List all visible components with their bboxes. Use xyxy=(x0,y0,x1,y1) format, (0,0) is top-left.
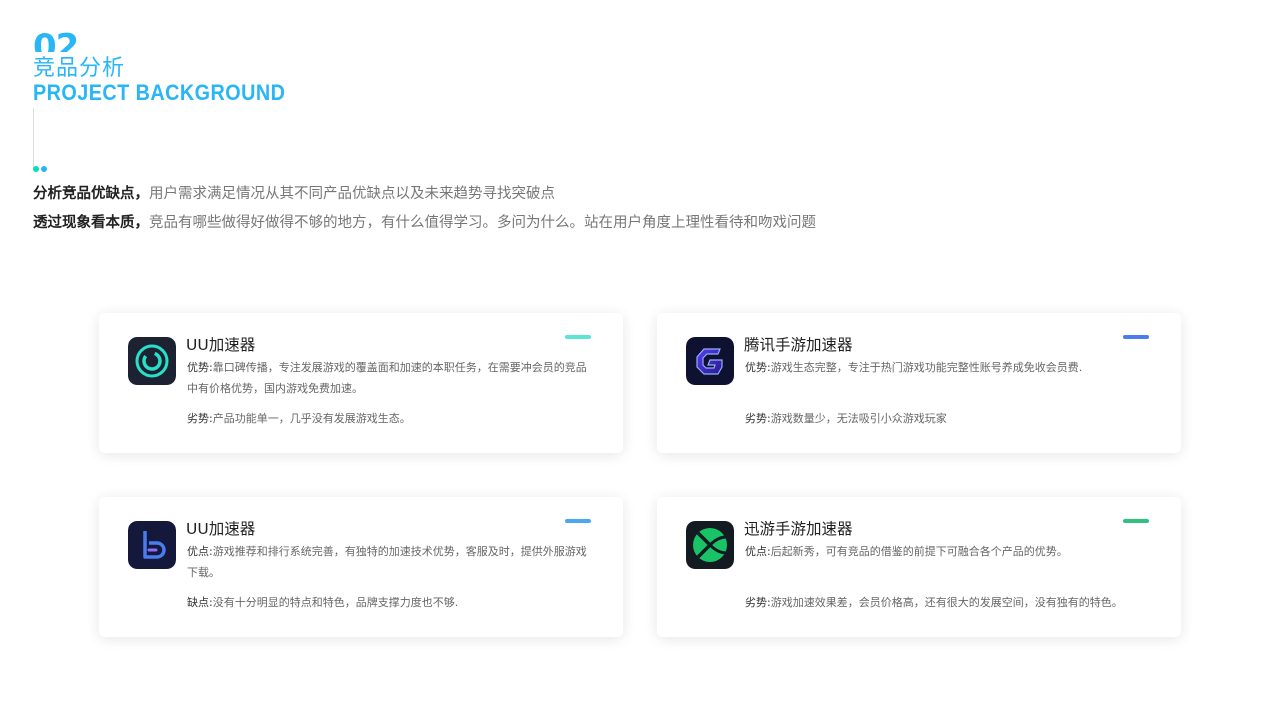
pros-text: 游戏生态完整，专注于热门游戏功能完整性账号养成免收会员费. xyxy=(770,361,1083,374)
competitor-card-uu: UU加速器 优势:靠口碑传播，专注发展游戏的覆盖面和加速的本职任务，在需要冲会员… xyxy=(99,313,623,453)
pros-text: 靠口碑传播，专注发展游戏的覆盖面和加速的本职任务，在需要冲会员的竞品中有价格优势… xyxy=(187,361,587,395)
card-pros: 优势:游戏生态完整，专注于热门游戏功能完整性账号养成免收会员费. xyxy=(745,357,1145,378)
cons-label: 劣势: xyxy=(745,412,771,425)
tencent-g-icon xyxy=(686,337,734,385)
intro-lead: 分析竞品优缺点， xyxy=(33,186,149,202)
page-subtitle: PROJECT BACKGROUND xyxy=(33,80,286,105)
dot-1 xyxy=(33,166,39,172)
cons-text: 产品功能单一，几乎没有发展游戏生态。 xyxy=(212,412,411,425)
xunyou-globe-icon xyxy=(686,521,734,569)
pros-text: 游戏推荐和排行系统完善，有独特的加速技术优势，客服及时，提供外服游戏下载。 xyxy=(187,545,587,579)
intro-line-1: 分析竞品优缺点，用户需求满足情况从其不同产品优缺点以及未来趋势寻找突破点 xyxy=(33,184,555,204)
card-title: UU加速器 xyxy=(186,520,256,538)
pros-label: 优势: xyxy=(187,361,213,374)
intro-text: 用户需求满足情况从其不同产品优缺点以及未来趋势寻找突破点 xyxy=(149,186,555,202)
decorative-dots xyxy=(33,166,49,172)
card-title: 迅游手游加速器 xyxy=(744,520,853,538)
cons-text: 游戏加速效果差，会员价格高，还有很大的发展空间，没有独有的特色。 xyxy=(770,596,1123,609)
card-pros: 优点:后起新秀，可有竞品的借鉴的前提下可融合各个产品的优势。 xyxy=(745,541,1145,562)
cons-label: 劣势: xyxy=(745,596,771,609)
page-title: 竞品分析 xyxy=(33,56,126,81)
card-accent-bar xyxy=(1123,335,1149,339)
card-cons: 劣势:游戏数量少，无法吸引小众游戏玩家 xyxy=(745,410,1185,428)
cons-label: 劣势: xyxy=(187,412,213,425)
pros-label: 优点: xyxy=(745,545,771,558)
pros-text: 后起新秀，可有竞品的借鉴的前提下可融合各个产品的优势。 xyxy=(770,545,1068,558)
cons-text: 没有十分明显的特点和特色，品牌支撑力度也不够. xyxy=(212,596,459,609)
card-cons: 缺点:没有十分明显的特点和特色，品牌支撑力度也不够. xyxy=(187,594,627,612)
cons-text: 游戏数量少，无法吸引小众游戏玩家 xyxy=(770,412,947,425)
card-title: UU加速器 xyxy=(186,336,256,354)
card-pros: 优势:靠口碑传播，专注发展游戏的覆盖面和加速的本职任务，在需要冲会员的竞品中有价… xyxy=(187,357,587,399)
competitor-card-tencent: 腾讯手游加速器 优势:游戏生态完整，专注于热门游戏功能完整性账号养成免收会员费.… xyxy=(657,313,1181,453)
card-accent-bar xyxy=(1123,519,1149,523)
pros-label: 优势: xyxy=(745,361,771,374)
intro-line-2: 透过现象看本质，竞品有哪些做得好做得不够的地方，有什么值得学习。多问为什么。站在… xyxy=(33,213,816,233)
competitor-card-b: UU加速器 优点:游戏推荐和排行系统完善，有独特的加速技术优势，客服及时，提供外… xyxy=(99,497,623,637)
vertical-divider xyxy=(33,108,34,168)
pros-label: 优点: xyxy=(187,545,213,558)
card-accent-bar xyxy=(565,335,591,339)
cons-label: 缺点: xyxy=(187,596,213,609)
dot-2 xyxy=(41,166,47,172)
section-number: 02 xyxy=(33,30,79,52)
card-pros: 优点:游戏推荐和排行系统完善，有独特的加速技术优势，客服及时，提供外服游戏下载。 xyxy=(187,541,587,583)
card-title: 腾讯手游加速器 xyxy=(744,336,853,354)
competitor-card-xunyou: 迅游手游加速器 优点:后起新秀，可有竞品的借鉴的前提下可融合各个产品的优势。 劣… xyxy=(657,497,1181,637)
card-cons: 劣势:游戏加速效果差，会员价格高，还有很大的发展空间，没有独有的特色。 xyxy=(745,594,1185,612)
card-cons: 劣势:产品功能单一，几乎没有发展游戏生态。 xyxy=(187,410,627,428)
b-letter-icon xyxy=(128,521,176,569)
card-accent-bar xyxy=(565,519,591,523)
uu-power-ring-icon xyxy=(128,337,176,385)
intro-text: 竞品有哪些做得好做得不够的地方，有什么值得学习。多问为什么。站在用户角度上理性看… xyxy=(149,215,816,231)
intro-lead: 透过现象看本质， xyxy=(33,215,149,231)
